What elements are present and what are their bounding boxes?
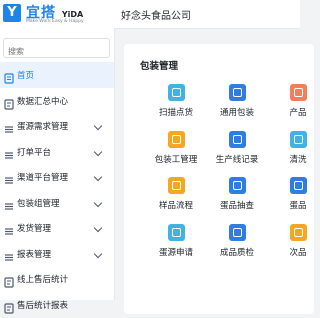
chevron-down-icon[interactable] bbox=[93, 172, 103, 182]
chevron-down-icon[interactable] bbox=[93, 249, 103, 258]
logo-icon: Y bbox=[3, 4, 21, 22]
sidebar-item[interactable]: 蛋源需求管理 bbox=[0, 113, 114, 139]
sidebar-item-label: 蛋源需求管理 bbox=[17, 122, 69, 132]
list-icon bbox=[4, 146, 14, 159]
chevron-down-icon[interactable] bbox=[93, 198, 103, 207]
logo-brand: YiDA bbox=[61, 10, 84, 19]
list-icon bbox=[4, 171, 14, 184]
app-tile[interactable]: 成品质检 bbox=[207, 224, 267, 264]
sidebar-item[interactable]: 报表管理 bbox=[0, 241, 114, 267]
search-input[interactable] bbox=[4, 42, 109, 61]
report-icon bbox=[4, 299, 14, 314]
sidebar-item[interactable]: 发货管理 bbox=[0, 215, 114, 241]
app-tile-label: 清洗 bbox=[289, 155, 307, 165]
sidebar: 首页数据汇总中心蛋源需求管理打单平台渠道平台管理包装组管理发货管理报表管理线上售… bbox=[0, 28, 115, 314]
app-tile[interactable]: 蛋源申请 bbox=[146, 224, 206, 264]
app-tile[interactable]: 样品流程 bbox=[146, 177, 206, 217]
list-icon bbox=[4, 120, 14, 133]
app-tile[interactable]: 产品 bbox=[268, 84, 320, 124]
sidebar-item[interactable]: 打单平台 bbox=[0, 139, 114, 165]
sidebar-item-label: 线上售后统计 bbox=[17, 275, 69, 285]
sidebar-item-label: 数据汇总中心 bbox=[17, 96, 69, 107]
sidebar-item[interactable]: 首页 bbox=[0, 62, 114, 88]
defect-icon bbox=[290, 224, 307, 241]
worker-icon bbox=[168, 131, 185, 148]
app-tile[interactable]: 清洗 bbox=[268, 131, 320, 171]
inspect-icon bbox=[229, 177, 246, 194]
search-box bbox=[3, 38, 110, 61]
sidebar-item-label: 打单平台 bbox=[17, 147, 52, 158]
app-tile[interactable]: 次品 bbox=[268, 224, 320, 264]
sidebar-item-label: 发货管理 bbox=[17, 224, 52, 234]
app-tile[interactable]: 生产线记录 bbox=[207, 131, 267, 171]
app-tile[interactable]: 蛋品抽查 bbox=[207, 177, 267, 217]
section-title: 包装管理 bbox=[140, 61, 179, 72]
app-tile[interactable]: 通用包装 bbox=[207, 84, 267, 124]
list-icon bbox=[4, 222, 14, 235]
home-icon bbox=[4, 69, 14, 84]
sidebar-nav: 首页数据汇总中心 蛋源需求管理 打单平台渠道平台管理 包装组管理发货管理报表管理线上售… bbox=[0, 62, 114, 317]
list-icon bbox=[4, 248, 14, 261]
logo-tagline: Make Work Easy & Happy bbox=[26, 19, 84, 24]
apply-icon bbox=[168, 224, 185, 241]
egg-icon bbox=[290, 177, 307, 194]
app-tile[interactable]: 蛋品 bbox=[268, 177, 320, 217]
chevron-down-icon[interactable] bbox=[93, 223, 103, 233]
app-tile-label: 蛋品 bbox=[289, 201, 307, 211]
app-logo[interactable]: Y 宜搭 YiDA Make Work Easy & Happy bbox=[0, 0, 115, 28]
report-icon bbox=[4, 273, 14, 288]
sidebar-item-label: 渠道平台管理 bbox=[17, 173, 69, 183]
chevron-down-icon[interactable] bbox=[93, 121, 103, 131]
list-icon bbox=[4, 197, 14, 210]
report-icon bbox=[4, 95, 14, 110]
sidebar-item-label: 售后统计报表 bbox=[17, 300, 69, 311]
chevron-down-icon[interactable] bbox=[93, 147, 103, 156]
company-name[interactable]: 好念头食品公司 bbox=[121, 7, 191, 22]
app-tile-label: 产品 bbox=[289, 108, 307, 118]
quality-icon bbox=[229, 224, 246, 241]
product-icon bbox=[290, 84, 307, 101]
scan-icon bbox=[168, 84, 185, 101]
top-header: Y 宜搭 YiDA Make Work Easy & Happy 好念头食品公司 bbox=[0, 0, 300, 29]
package-icon bbox=[229, 84, 246, 101]
sidebar-item[interactable]: 包装组管理 bbox=[0, 190, 114, 216]
app-tile[interactable]: 包装工管理 bbox=[146, 131, 206, 171]
sidebar-item[interactable]: 数据汇总中心 bbox=[0, 88, 114, 114]
sidebar-item-label: 报表管理 bbox=[17, 249, 52, 260]
sample-icon bbox=[168, 177, 185, 194]
sidebar-item-label: 首页 bbox=[17, 71, 35, 81]
app-tile-label: 次品 bbox=[289, 248, 307, 258]
package-management-card: 包装管理 扫描点货 通用包装产品包装工管理 生产线记录清洗样品流程 蛋品抽查蛋品蛋源申… bbox=[124, 44, 314, 314]
line-record-icon bbox=[229, 131, 246, 148]
sidebar-item-label: 包装组管理 bbox=[17, 198, 60, 209]
clean-icon bbox=[290, 131, 307, 148]
app-tile[interactable]: 扫描点货 bbox=[146, 84, 206, 124]
sidebar-item[interactable]: 渠道平台管理 bbox=[0, 164, 114, 190]
sidebar-item[interactable]: 售后统计报表 bbox=[0, 292, 114, 318]
sidebar-item[interactable]: 线上售后统计 bbox=[0, 266, 114, 292]
